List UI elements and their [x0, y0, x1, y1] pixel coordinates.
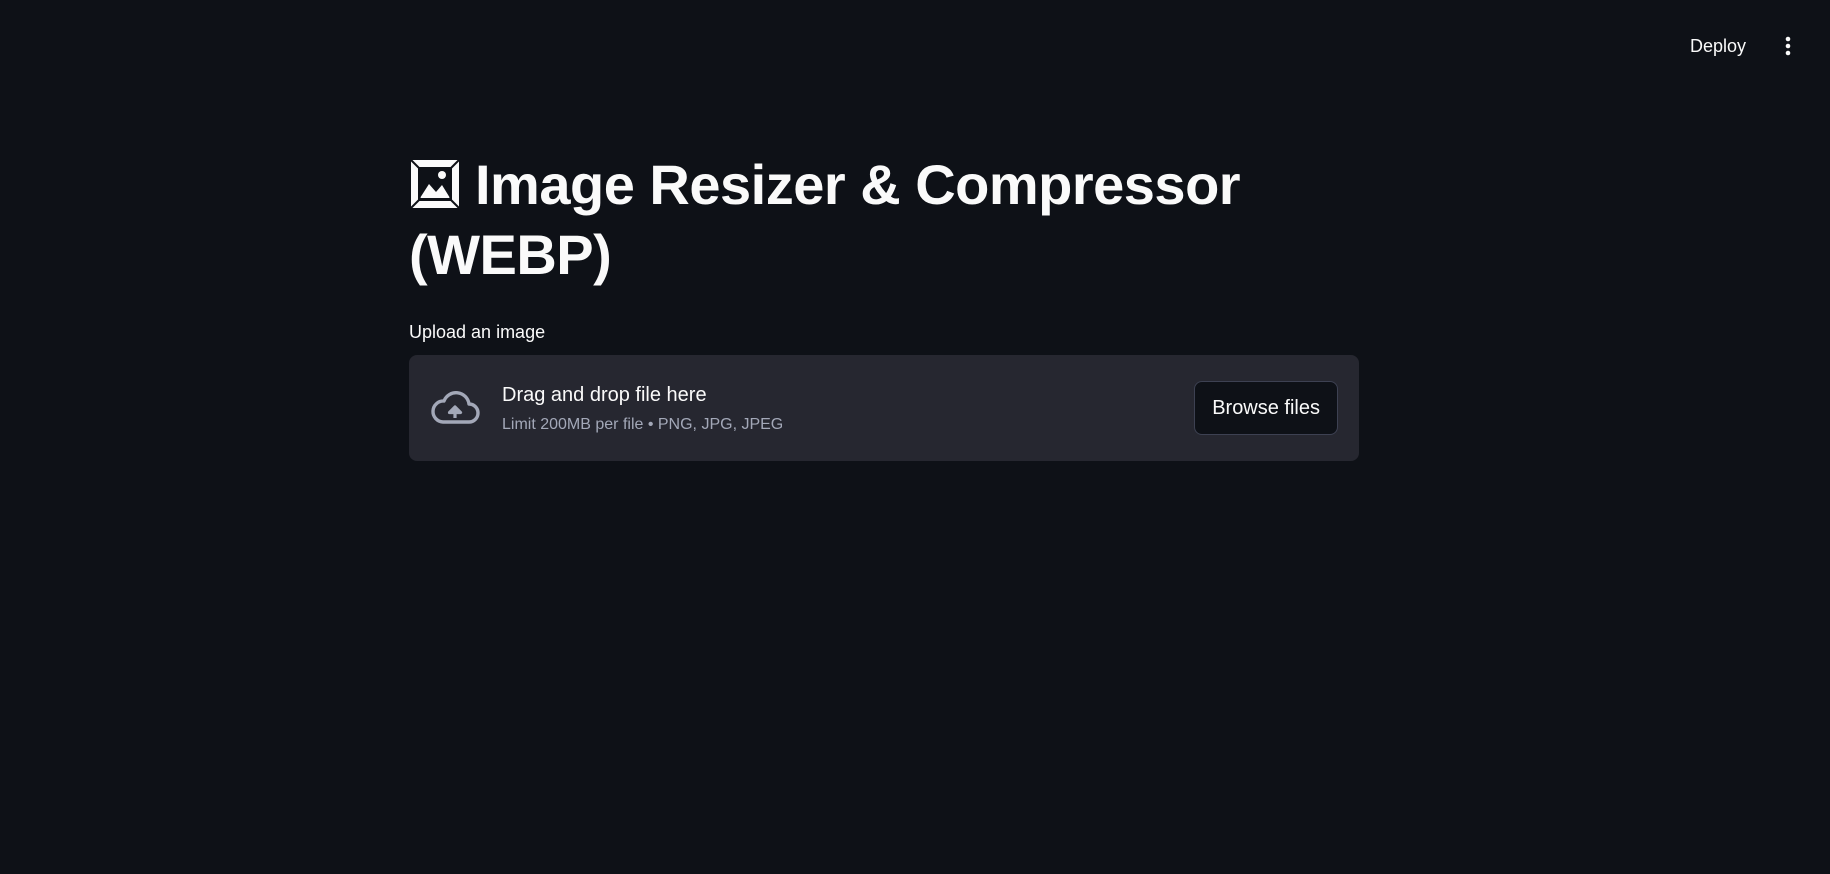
file-dropzone[interactable]: Drag and drop file here Limit 200MB per …: [409, 355, 1359, 461]
app-root: Deploy Image Resizer & Compressor (WEBP)…: [0, 0, 1830, 874]
app-header: Deploy: [1678, 0, 1830, 92]
deploy-button[interactable]: Deploy: [1678, 28, 1758, 65]
file-uploader-label: Upload an image: [409, 322, 546, 342]
framed-picture-icon: [410, 159, 460, 209]
main-content: Image Resizer & Compressor (WEBP) Upload…: [409, 150, 1359, 461]
dropzone-instructions: Drag and drop file here Limit 200MB per …: [502, 382, 1194, 434]
file-limit-text: Limit 200MB per file • PNG, JPG, JPEG: [502, 416, 784, 433]
main-menu-button[interactable]: [1774, 28, 1802, 64]
page-title-text: Image Resizer & Compressor (WEBP): [409, 153, 1241, 286]
page-title: Image Resizer & Compressor (WEBP): [409, 150, 1359, 290]
kebab-vertical-icon: [1785, 36, 1791, 56]
browse-files-button[interactable]: Browse files: [1194, 381, 1338, 435]
dropzone-title: Drag and drop file here: [502, 384, 707, 406]
cloud-upload-icon: [431, 391, 480, 424]
